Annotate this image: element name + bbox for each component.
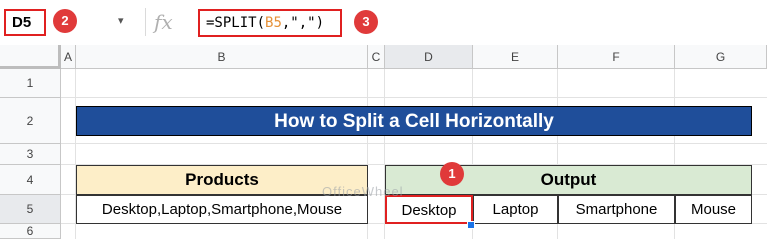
products-value-cell[interactable]: Desktop,Laptop,Smartphone,Mouse	[76, 195, 368, 224]
step-badge-3: 3	[354, 10, 378, 34]
watermark: OfficeWheel	[322, 184, 404, 199]
sheet-title-cell[interactable]: How to Split a Cell Horizontally	[76, 106, 752, 136]
gridline	[61, 97, 767, 98]
row-header-1[interactable]: 1	[0, 69, 61, 98]
formula-separator	[145, 8, 146, 36]
chevron-down-icon[interactable]: ▾	[118, 14, 124, 27]
output-cell-e5[interactable]: Laptop	[473, 195, 558, 224]
fill-handle[interactable]	[467, 221, 475, 229]
column-header-f[interactable]: F	[558, 45, 675, 69]
row-header-5[interactable]: 5	[0, 195, 61, 224]
column-header-b[interactable]: B	[76, 45, 368, 69]
formula-bar: D5 2 ▾ fx =SPLIT(B5,",") 3	[0, 0, 767, 46]
step-badge-1: 1	[440, 162, 464, 186]
column-header-c[interactable]: C	[368, 45, 385, 69]
column-header-d[interactable]: D	[385, 45, 473, 69]
gridline	[61, 143, 767, 144]
row-header-3[interactable]: 3	[0, 144, 61, 165]
step-badge-2: 2	[53, 9, 77, 33]
fx-icon: fx	[154, 10, 173, 34]
column-header-a[interactable]: A	[61, 45, 76, 69]
output-cell-d5[interactable]: Desktop	[385, 195, 473, 224]
formula-prefix: =SPLIT(	[206, 15, 266, 31]
name-box[interactable]: D5	[4, 9, 46, 36]
select-all-corner[interactable]	[0, 45, 61, 69]
row-header-4[interactable]: 4	[0, 165, 61, 195]
output-cell-f5[interactable]: Smartphone	[558, 195, 675, 224]
formula-input[interactable]: =SPLIT(B5,",")	[198, 9, 342, 37]
column-header-g[interactable]: G	[675, 45, 767, 69]
output-cell-g5[interactable]: Mouse	[675, 195, 752, 224]
formula-suffix: ,",")	[281, 15, 325, 31]
formula-cell-ref: B5	[265, 15, 282, 31]
row-header-6[interactable]: 6	[0, 224, 61, 239]
column-header-e[interactable]: E	[473, 45, 558, 69]
row-header-2[interactable]: 2	[0, 98, 61, 144]
